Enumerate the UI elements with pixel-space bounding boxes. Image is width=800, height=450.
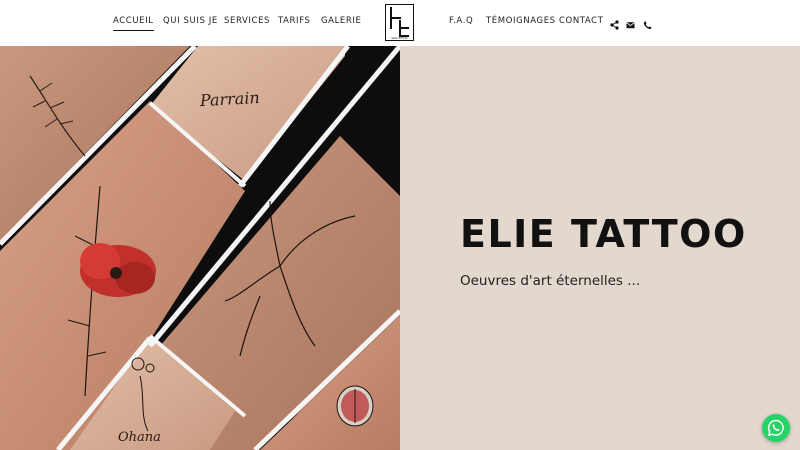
tattoo-text-ohana: Ohana bbox=[118, 430, 161, 445]
hero-tattoo-collage: Parrain Ohana bbox=[0, 46, 400, 450]
hero-subtitle: Oeuvres d'art éternelles ... bbox=[460, 273, 641, 289]
site-header: ACCUEIL QUI SUIS JE SERVICES TARIFS GALE… bbox=[0, 0, 800, 46]
nav-services[interactable]: SERVICES bbox=[224, 16, 270, 26]
nav-temoignages[interactable]: TÉMOIGNAGES bbox=[486, 16, 556, 26]
nav-accueil[interactable]: ACCUEIL bbox=[113, 16, 154, 31]
hero-title: ELIE TATTOO bbox=[460, 212, 747, 256]
nav-galerie[interactable]: GALERIE bbox=[321, 16, 362, 26]
nav-faq[interactable]: F.A.Q bbox=[449, 16, 473, 26]
hero-text-panel: ELIE TATTOO Oeuvres d'art éternelles ... bbox=[400, 46, 800, 450]
nav-contact[interactable]: CONTACT bbox=[559, 16, 604, 26]
site-logo[interactable]: ELIE TATTOO bbox=[385, 4, 414, 41]
phone-icon[interactable] bbox=[643, 17, 653, 30]
logo-text: ELIE TATTOO bbox=[391, 37, 408, 40]
nav-tarifs[interactable]: TARIFS bbox=[278, 16, 311, 26]
whatsapp-icon bbox=[767, 419, 784, 437]
tattoo-text-parrain: Parrain bbox=[198, 88, 260, 110]
share-icon[interactable] bbox=[610, 17, 620, 30]
nav-qui-suis-je[interactable]: QUI SUIS JE bbox=[163, 16, 218, 26]
email-icon[interactable] bbox=[626, 17, 636, 29]
whatsapp-button[interactable] bbox=[762, 414, 790, 442]
